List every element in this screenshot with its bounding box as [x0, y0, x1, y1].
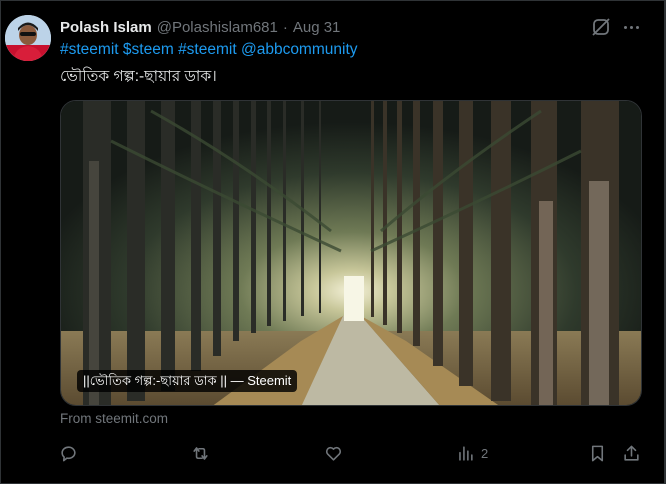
card-title[interactable]: ||ভৌতিক গল্প:-ছায়ার ডাক || — Steemit — [77, 370, 298, 392]
bookmark-icon — [591, 445, 604, 461]
bookmark-button[interactable] — [588, 443, 607, 463]
like-button[interactable] — [324, 443, 343, 463]
avatar[interactable] — [5, 15, 51, 61]
link-card[interactable]: ||ভৌতিক গল্প:-ছায়ার ডাক || — Steemit — [60, 100, 642, 406]
share-icon — [624, 445, 639, 461]
mention-link[interactable]: @abbcommunity — [241, 41, 358, 58]
views-icon — [459, 445, 473, 461]
retweet-icon — [193, 446, 208, 460]
hashtag-link[interactable]: #steemit — [60, 41, 119, 58]
more-icon[interactable] — [621, 17, 641, 37]
reply-button[interactable] — [59, 443, 78, 463]
tweet-date[interactable]: Aug 31 — [293, 19, 341, 36]
card-source[interactable]: From steemit.com — [60, 411, 168, 426]
retweet-button[interactable] — [191, 443, 210, 463]
author-name[interactable]: Polash Islam — [60, 19, 152, 36]
tweet-text: ভৌতিক গল্প:-ছায়ার ডাক। — [60, 68, 217, 85]
tweet-header: Polash Islam @Polashislam681 · Aug 31 — [60, 16, 340, 38]
separator-dot: · — [282, 18, 288, 36]
hashtag-line: #steemit $steem #steemit @abbcommunity — [60, 41, 358, 59]
views-button[interactable]: 2 — [456, 443, 488, 463]
hashtag-link[interactable]: #steemit — [178, 41, 237, 58]
tweet[interactable]: Polash Islam @Polashislam681 · Aug 31 #s… — [0, 0, 666, 484]
share-button[interactable] — [622, 443, 641, 463]
card-image — [61, 101, 641, 405]
author-handle[interactable]: @Polashislam681 — [157, 19, 278, 36]
views-count: 2 — [481, 445, 489, 461]
cashtag-link[interactable]: $steem — [123, 41, 174, 58]
action-bar: 2 — [1, 441, 666, 465]
reply-icon — [61, 445, 76, 461]
like-icon — [325, 446, 342, 461]
grok-icon[interactable] — [591, 17, 611, 37]
